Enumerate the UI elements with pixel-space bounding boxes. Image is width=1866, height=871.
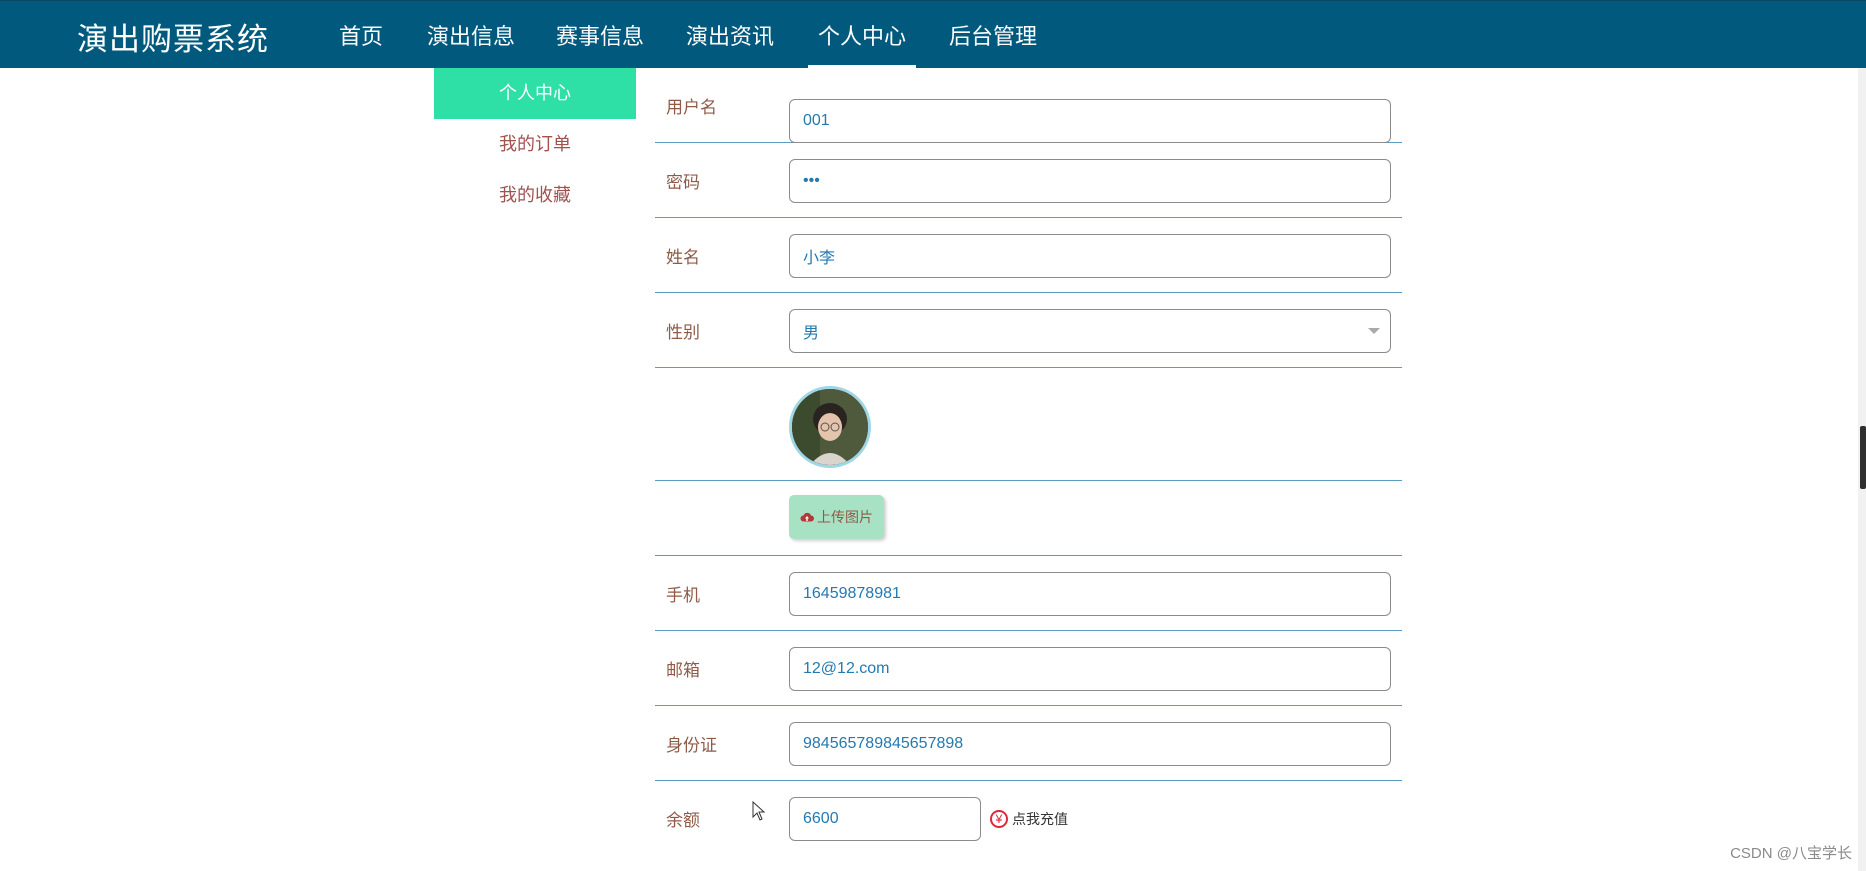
mouse-cursor-icon [752, 801, 766, 821]
side-menu: 个人中心 我的订单 我的收藏 [434, 68, 636, 221]
top-navbar: 演出购票系统 首页 演出信息 赛事信息 演出资讯 个人中心 后台管理 [0, 0, 1866, 68]
name-field[interactable]: 小李 [789, 234, 1391, 278]
nav-news[interactable]: 演出资讯 [686, 19, 774, 68]
avatar [789, 386, 871, 468]
upload-row: 上传图片 [655, 481, 1402, 556]
gender-value: 男 [803, 325, 820, 342]
name-label: 姓名 [666, 247, 700, 267]
upload-image-button[interactable]: 上传图片 [789, 495, 884, 539]
username-row: 用户名 001 [655, 68, 1402, 143]
upload-label: 上传图片 [817, 509, 873, 525]
cloud-upload-icon [800, 512, 814, 522]
email-label: 邮箱 [666, 660, 700, 680]
side-item-personal-center[interactable]: 个人中心 [434, 68, 636, 119]
id-card-field[interactable]: 984565789845657898 [789, 722, 1391, 766]
username-field[interactable]: 001 [789, 99, 1391, 143]
email-row: 邮箱 12@12.com [655, 631, 1402, 706]
email-field[interactable]: 12@12.com [789, 647, 1391, 691]
id-card-label: 身份证 [666, 735, 717, 755]
yen-icon: ¥ [990, 810, 1008, 828]
side-item-favorites[interactable]: 我的收藏 [434, 170, 636, 221]
nav-personal-center[interactable]: 个人中心 [807, 19, 917, 68]
avatar-row [655, 368, 1402, 481]
watermark: CSDN @八宝学长 [1730, 845, 1852, 862]
chevron-down-icon [1368, 328, 1380, 334]
balance-field[interactable]: 6600 [789, 797, 981, 841]
phone-row: 手机 16459878981 [655, 556, 1402, 631]
side-item-orders[interactable]: 我的订单 [434, 119, 636, 170]
nav-events[interactable]: 赛事信息 [556, 19, 644, 68]
name-row: 姓名 小李 [655, 218, 1402, 293]
nav-shows[interactable]: 演出信息 [427, 19, 515, 68]
balance-row: 余额 6600 ¥ 点我充值 [655, 781, 1402, 856]
gender-row: 性别 男 [655, 293, 1402, 368]
profile-form: 用户名 001 密码 ••• 姓名 小李 性别 男 上传图片 手机 164598… [655, 68, 1402, 856]
gender-select[interactable]: 男 [789, 309, 1391, 353]
recharge-label: 点我充值 [1012, 811, 1068, 827]
gender-label: 性别 [666, 322, 700, 342]
password-field[interactable]: ••• [789, 159, 1391, 203]
id-card-row: 身份证 984565789845657898 [655, 706, 1402, 781]
balance-label: 余额 [666, 811, 700, 830]
password-row: 密码 ••• [655, 143, 1402, 218]
nav-admin[interactable]: 后台管理 [949, 19, 1037, 68]
scrollbar-thumb[interactable] [1860, 426, 1866, 489]
recharge-link[interactable]: ¥ 点我充值 [990, 809, 1068, 829]
password-label: 密码 [666, 172, 700, 192]
nav-home[interactable]: 首页 [339, 19, 383, 68]
phone-field[interactable]: 16459878981 [789, 572, 1391, 616]
site-title: 演出购票系统 [77, 22, 269, 57]
username-label: 用户名 [666, 97, 717, 117]
phone-label: 手机 [666, 585, 700, 605]
